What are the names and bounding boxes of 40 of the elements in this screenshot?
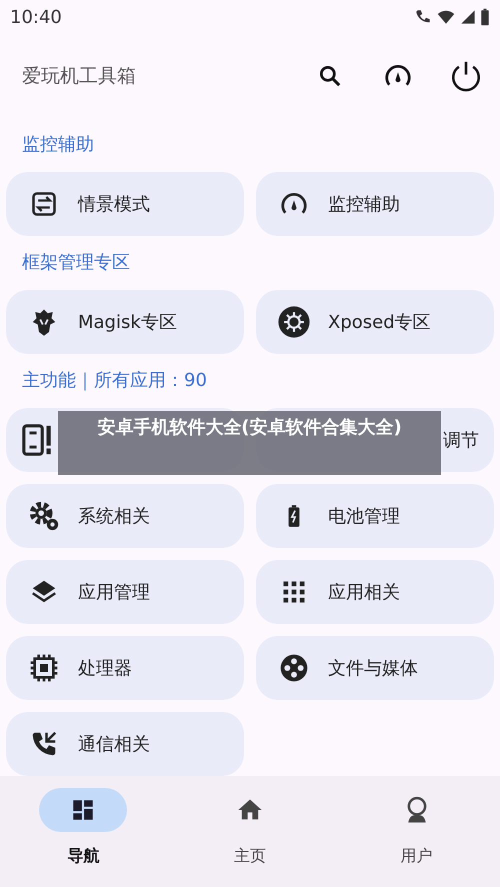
card-label: Xposed专区 xyxy=(328,310,431,335)
card-label: 处理器 xyxy=(78,656,132,681)
card-label: 情景模式 xyxy=(78,192,150,217)
tool-card[interactable]: 应用相关 xyxy=(256,560,494,624)
tool-card[interactable]: 系统相关 xyxy=(6,484,244,548)
card-label: 监控辅助 xyxy=(328,192,400,217)
tool-card[interactable]: 处理器 xyxy=(6,636,244,700)
tool-card[interactable]: Magisk专区 xyxy=(6,290,244,354)
section-title: 主功能｜所有应用：90 xyxy=(22,369,207,394)
card-label: 系统相关 xyxy=(78,504,150,529)
card-label: 电池管理 xyxy=(328,504,400,529)
nav-tab[interactable]: 用户 xyxy=(333,788,500,887)
section-title: 框架管理专区 xyxy=(22,251,130,276)
tool-card[interactable]: Xposed专区 xyxy=(256,290,494,354)
tool-card[interactable]: 电池管理 xyxy=(256,484,494,548)
chip-icon xyxy=(28,652,60,684)
tool-card[interactable]: 应用管理 xyxy=(6,560,244,624)
tool-card[interactable]: 文件与媒体 xyxy=(256,636,494,700)
section-title: 监控辅助 xyxy=(22,133,94,158)
power-icon xyxy=(449,59,483,94)
card-label: Magisk专区 xyxy=(78,310,177,335)
signal-icon xyxy=(460,8,476,26)
battery-icon xyxy=(480,8,490,26)
gear-disc-icon xyxy=(277,305,311,340)
nav-tab[interactable]: 主页 xyxy=(166,788,334,887)
tool-card[interactable]: 监控辅助 xyxy=(256,172,494,236)
swap-icon xyxy=(30,190,58,218)
app-title: 爱玩机工具箱 xyxy=(22,64,137,90)
tool-card[interactable]: 通信相关 xyxy=(6,712,244,776)
card-label: 调节 xyxy=(443,428,479,453)
film-reel-icon xyxy=(278,652,310,684)
card-label: 文件与媒体 xyxy=(328,656,418,681)
wifi-icon xyxy=(436,8,456,26)
nav-tab[interactable]: 导航 xyxy=(0,788,167,887)
tool-card[interactable]: 情景模式 xyxy=(6,172,244,236)
card-label: 应用相关 xyxy=(328,580,400,605)
caption-toast: 安卓手机软件大全(安卓软件合集大全) xyxy=(58,411,441,475)
card-label: 应用管理 xyxy=(78,580,150,605)
card-label: 通信相关 xyxy=(78,732,150,757)
status-time: 10:40 xyxy=(10,6,62,30)
